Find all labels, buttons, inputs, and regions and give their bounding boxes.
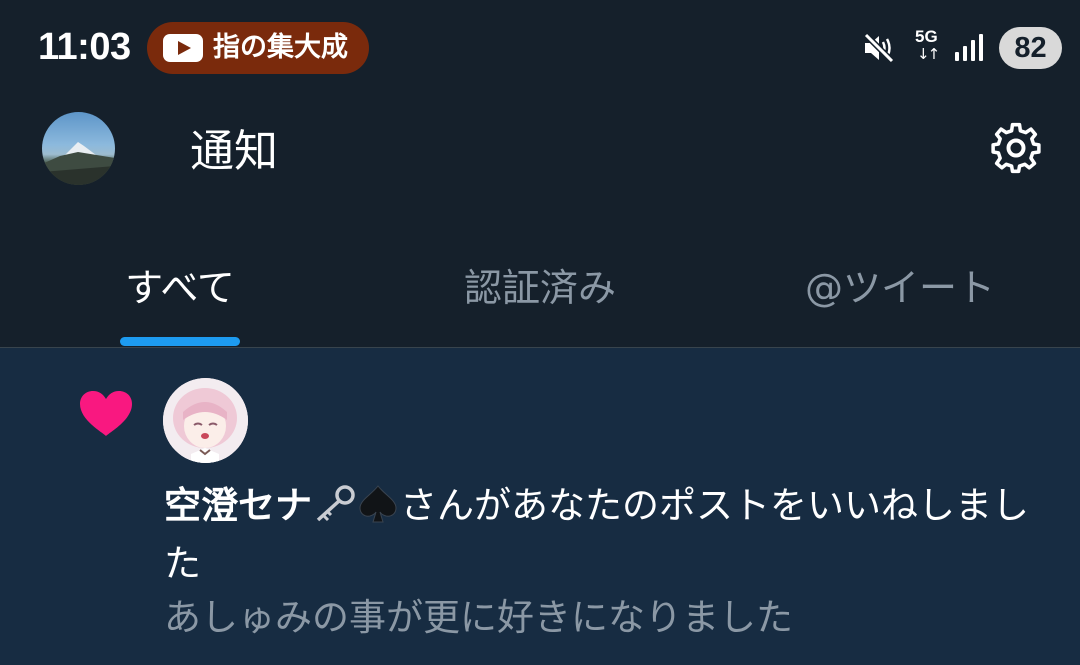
tab-verified[interactable]: 認証済み [420, 260, 660, 320]
user-avatar[interactable] [163, 378, 248, 463]
gear-icon [991, 122, 1041, 174]
key-icon [312, 484, 356, 538]
battery-level: 82 [999, 27, 1062, 69]
tab-all[interactable]: すべて [90, 260, 270, 320]
notification-item[interactable]: 空澄セナ さんがあなたのポストをいいねしました あしゅみの事が更に好きになりました [0, 348, 1080, 665]
page-title: 通知 [190, 126, 278, 177]
status-icons: 5G ↓↑ 82 [820, 0, 1080, 96]
signal-strength-icon [955, 34, 983, 61]
heart-icon [80, 391, 132, 436]
notifications-header: 通知 [0, 96, 1080, 216]
status-bar: 11:03 指の集大成 5G ↓↑ 82 [0, 0, 1080, 96]
anime-avatar-icon [163, 378, 248, 463]
tweet-preview[interactable]: あしゅみの事が更に好きになりました [164, 593, 1044, 643]
tab-mentions[interactable]: @ツイート [770, 260, 1030, 320]
notification-text: 空澄セナ さんがあなたのポストをいいねしました [164, 480, 1044, 590]
network-activity-icon: ↓↑ [917, 45, 940, 63]
status-time: 11:03 [38, 26, 131, 68]
vibrate-mute-icon [863, 32, 895, 64]
active-tab-indicator [120, 337, 240, 346]
network-type: 5G [915, 27, 938, 46]
mountain-photo-icon [42, 142, 115, 185]
spade-icon [356, 484, 400, 538]
media-title: 指の集大成 [213, 32, 348, 63]
profile-avatar[interactable] [42, 112, 115, 185]
youtube-media-pill[interactable]: 指の集大成 [147, 22, 369, 74]
youtube-icon [163, 34, 203, 62]
user-name[interactable]: 空澄セナ [164, 484, 312, 527]
settings-button[interactable] [986, 118, 1046, 178]
notification-tabs: すべて 認証済み @ツイート [0, 230, 1080, 347]
